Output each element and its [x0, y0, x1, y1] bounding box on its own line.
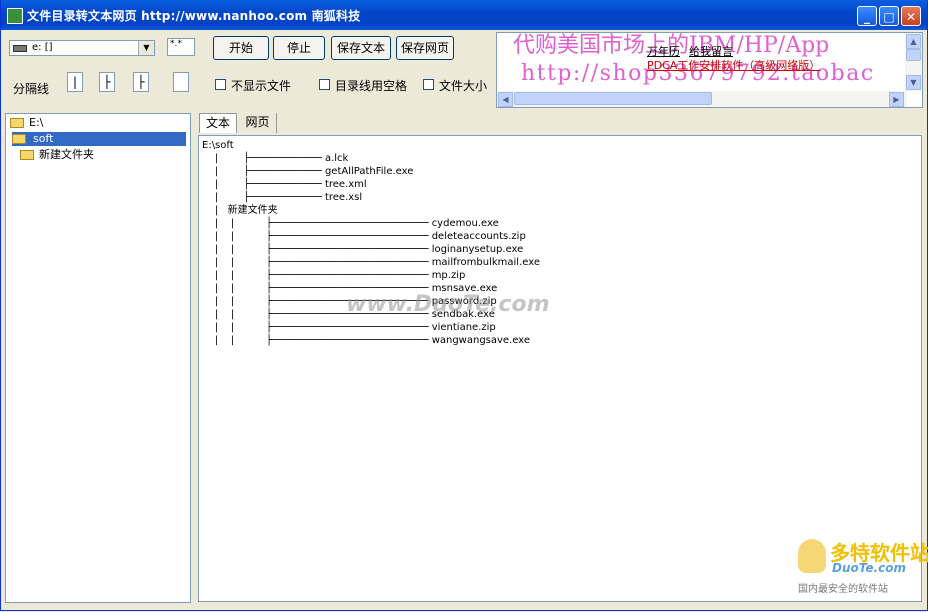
- scroll-right-icon[interactable]: ▶: [889, 92, 904, 107]
- close-button[interactable]: ✕: [901, 6, 921, 26]
- output-line: | | ├────────────────────────── deleteac…: [202, 231, 526, 242]
- directory-tree[interactable]: E:\ soft 新建文件夹: [5, 113, 191, 603]
- drive-icon: [13, 45, 27, 52]
- tab-webpage[interactable]: 网页: [239, 113, 277, 133]
- open-folder-icon: [10, 118, 24, 128]
- ad-horizontal-scrollbar[interactable]: ◀ ▶: [497, 91, 907, 107]
- duote-logo-watermark: 多特软件站 DuoTe.com 国内最安全的软件站: [796, 535, 928, 595]
- drive-select[interactable]: e: [] ▼: [9, 40, 155, 56]
- tree-item-label: soft: [31, 132, 56, 145]
- logo-tagline: 国内最安全的软件站: [798, 584, 888, 595]
- separator-char-horizontal[interactable]: ├: [133, 72, 149, 92]
- tree-item-root[interactable]: E:\: [10, 116, 43, 130]
- separator-char-vertical[interactable]: |: [67, 72, 83, 92]
- separator-char-branch[interactable]: ├: [99, 72, 115, 92]
- separator-char-blank[interactable]: [173, 72, 189, 92]
- tree-item-soft[interactable]: soft: [12, 132, 186, 146]
- window-title: 文件目录转文本网页 http://www.nanhoo.com 南狐科技: [27, 9, 361, 23]
- output-line: | ├──────────── a.lck: [202, 153, 349, 164]
- app-icon: [7, 8, 23, 24]
- file-size-checkbox[interactable]: [423, 79, 434, 90]
- app-window: 文件目录转文本网页 http://www.nanhoo.com 南狐科技 _ □…: [0, 0, 928, 611]
- output-line: | | ├────────────────────────── wangwang…: [202, 335, 530, 346]
- ad-horizontal-thumb[interactable]: [514, 92, 712, 105]
- ad-banner[interactable]: 代购美国市场上的IBM/HP/App http://shop33679792.t…: [496, 32, 923, 108]
- watermark-text: www.DuoTe.com: [346, 292, 550, 317]
- stop-button[interactable]: 停止: [273, 36, 325, 60]
- scroll-down-icon[interactable]: ▼: [906, 75, 921, 90]
- output-tabs: 文本 网页: [197, 113, 923, 133]
- scroll-up-icon[interactable]: ▲: [906, 34, 921, 49]
- scroll-left-icon[interactable]: ◀: [498, 92, 513, 107]
- separator-label: 分隔线: [13, 82, 50, 96]
- tab-text[interactable]: 文本: [199, 113, 237, 133]
- space-lines-label: 目录线用空格: [335, 79, 408, 93]
- tree-item-label: 新建文件夹: [39, 148, 94, 161]
- ad-vertical-thumb[interactable]: [906, 49, 921, 61]
- maximize-button[interactable]: □: [879, 6, 899, 26]
- hide-files-checkbox[interactable]: [215, 79, 226, 90]
- file-size-label: 文件大小: [439, 79, 488, 93]
- title-bar[interactable]: 文件目录转文本网页 http://www.nanhoo.com 南狐科技 _ □…: [1, 0, 927, 30]
- output-line: | | ├────────────────────────── vientian…: [202, 322, 496, 333]
- logo-url-text: DuoTe.com: [832, 561, 906, 575]
- output-line: | 新建文件夹: [202, 205, 278, 216]
- output-line: | | ├────────────────────────── mp.zip: [202, 270, 466, 281]
- output-line: | | ├────────────────────────── cydemou.…: [202, 218, 499, 229]
- output-line: | ├──────────── tree.xsl: [202, 192, 363, 203]
- save-webpage-button[interactable]: 保存网页: [396, 36, 454, 60]
- output-line: | ├──────────── getAllPathFile.exe: [202, 166, 414, 177]
- chevron-down-icon[interactable]: ▼: [138, 41, 154, 55]
- output-line: | | ├────────────────────────── mailfrom…: [202, 257, 540, 268]
- hide-files-label: 不显示文件: [231, 79, 292, 93]
- drive-select-value: e: []: [32, 42, 53, 53]
- save-text-button[interactable]: 保存文本: [331, 36, 391, 60]
- output-line: E:\soft: [202, 140, 234, 151]
- output-line: | ├──────────── tree.xml: [202, 179, 367, 190]
- output-line: | | ├────────────────────────── loginany…: [202, 244, 524, 255]
- space-lines-checkbox[interactable]: [319, 79, 330, 90]
- minimize-button[interactable]: _: [857, 6, 877, 26]
- start-button[interactable]: 开始: [213, 36, 269, 60]
- tree-item-new-folder[interactable]: 新建文件夹: [20, 148, 94, 162]
- ad-vertical-scrollbar[interactable]: ▲ ▼: [905, 33, 922, 91]
- open-folder-icon: [12, 134, 26, 144]
- ad-link-pdca[interactable]: PDCA工作安排软件（高级网络版）: [647, 57, 820, 73]
- text-output[interactable]: E:\soft | ├──────────── a.lck | ├───────…: [198, 135, 922, 602]
- tree-item-label: E:\: [29, 116, 44, 129]
- folder-icon: [20, 150, 34, 160]
- file-filter-input[interactable]: *.*: [167, 38, 195, 56]
- mascot-icon: [798, 539, 826, 573]
